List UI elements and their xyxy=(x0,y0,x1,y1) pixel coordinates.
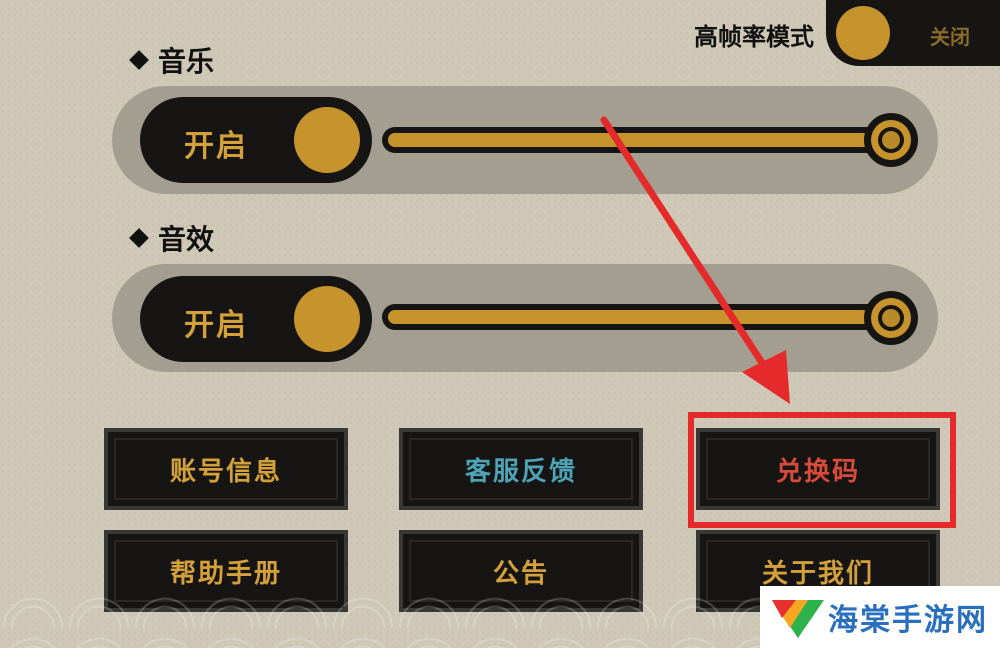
music-toggle-label: 开启 xyxy=(184,129,248,164)
watermark-badge: 海棠手游网 xyxy=(760,586,1000,648)
help-manual-label: 帮助手册 xyxy=(169,558,282,589)
toggle-knob[interactable] xyxy=(294,286,360,352)
account-info-label: 账号信息 xyxy=(169,456,282,487)
music-volume-handle[interactable] xyxy=(864,113,918,167)
about-us-label: 关于我们 xyxy=(761,558,874,589)
sfx-volume-handle[interactable] xyxy=(864,291,918,345)
toggle-knob[interactable] xyxy=(294,107,360,173)
diamond-bullet-icon xyxy=(129,50,149,70)
sfx-label: 音效 xyxy=(158,223,215,256)
announcement-label: 公告 xyxy=(492,558,549,589)
watermark-logo-icon xyxy=(772,600,824,638)
sfx-volume-fill xyxy=(388,310,870,324)
music-section-label: 音乐 xyxy=(129,40,215,80)
sfx-section-label: 音效 xyxy=(129,218,215,258)
toggle-knob[interactable] xyxy=(836,6,890,60)
music-toggle[interactable]: 开启 xyxy=(140,97,372,183)
account-info-button[interactable]: 账号信息 xyxy=(104,428,348,510)
customer-service-button[interactable]: 客服反馈 xyxy=(399,428,643,510)
sfx-toggle-label: 开启 xyxy=(184,308,248,343)
high-frame-rate-label: 高帧率模式 xyxy=(694,23,814,51)
wave-pattern-decoration xyxy=(0,588,760,648)
sfx-volume-slider[interactable] xyxy=(382,304,892,330)
music-volume-fill xyxy=(388,133,870,147)
sfx-toggle[interactable]: 开启 xyxy=(140,276,372,362)
watermark-text: 海棠手游网 xyxy=(828,603,988,638)
redeem-highlight-box xyxy=(688,412,956,528)
high-frame-rate-state: 关闭 xyxy=(930,25,970,49)
music-volume-slider[interactable] xyxy=(382,127,892,153)
diamond-bullet-icon xyxy=(129,228,149,248)
high-frame-rate-toggle[interactable]: 关闭 xyxy=(826,0,1000,66)
customer-service-label: 客服反馈 xyxy=(464,456,577,487)
music-label: 音乐 xyxy=(158,45,215,78)
